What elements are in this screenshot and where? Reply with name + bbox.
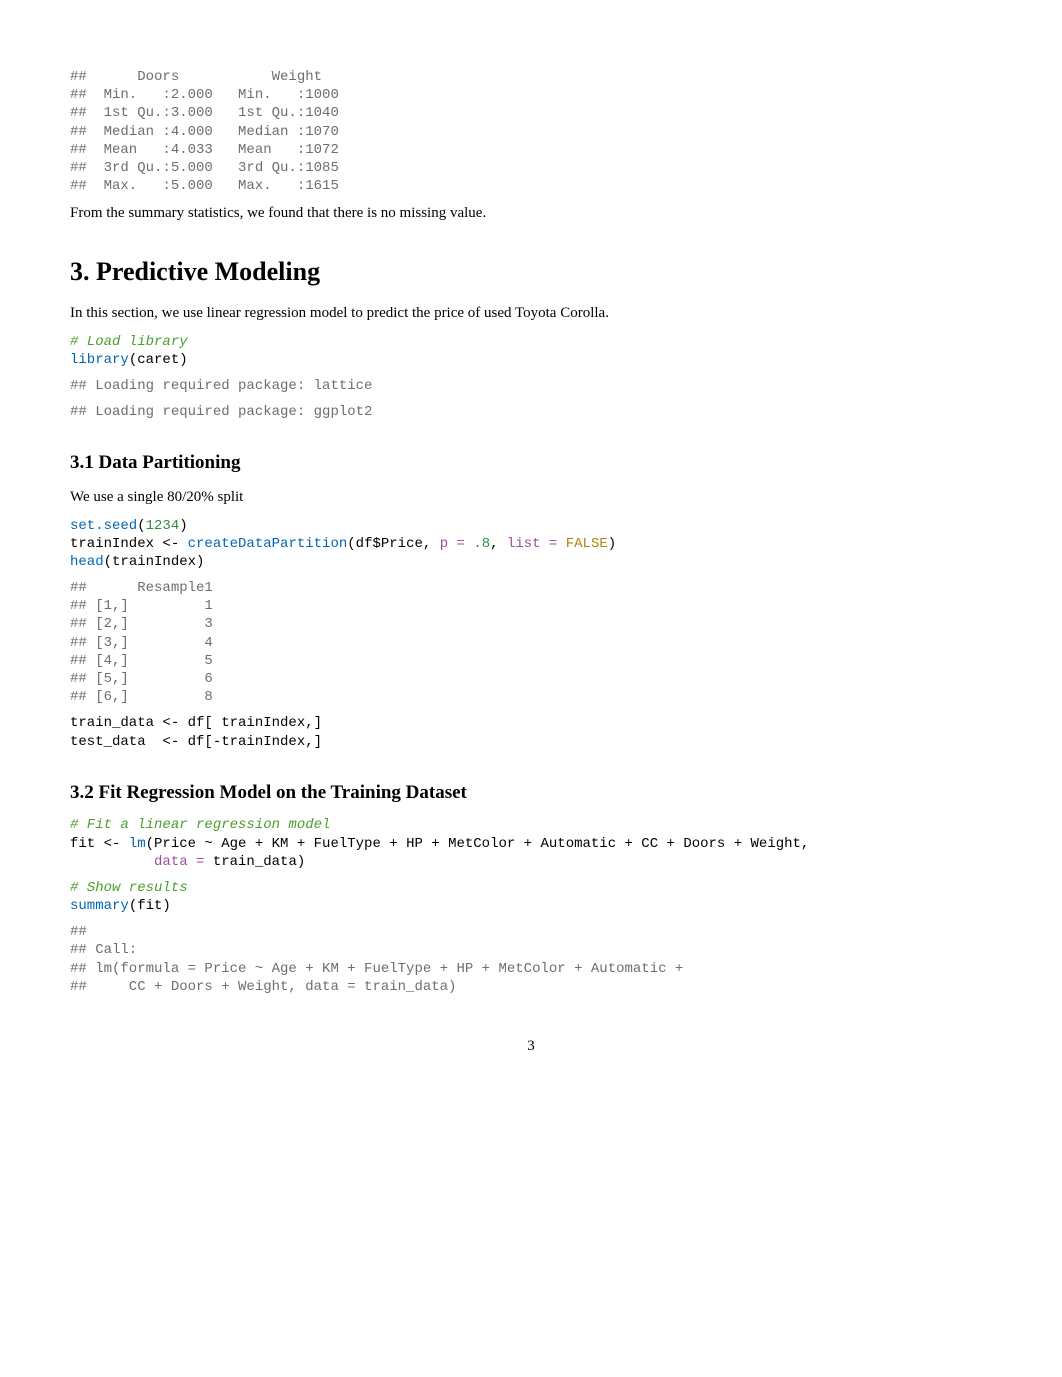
output-lattice: ## Loading required package: lattice — [70, 377, 992, 395]
output-call: ## ## Call: ## lm(formula = Price ~ Age … — [70, 923, 992, 996]
heading-predictive-modeling: 3. Predictive Modeling — [70, 253, 992, 291]
output-resample: ## Resample1 ## [1,] 1 ## [2,] 3 ## [3,]… — [70, 579, 992, 706]
page-number: 3 — [70, 1036, 992, 1058]
code-fit-model: # Fit a linear regression model fit <- l… — [70, 816, 992, 871]
code-show-results: # Show results summary(fit) — [70, 879, 992, 915]
code-set-seed: set.seed(1234) trainIndex <- createDataP… — [70, 517, 992, 572]
partition-intro: We use a single 80/20% split — [70, 487, 992, 509]
output-doors-weight: ## Doors Weight ## Min. :2.000 Min. :100… — [70, 68, 992, 195]
code-load-library: # Load library library(caret) — [70, 333, 992, 369]
heading-fit-regression: 3.2 Fit Regression Model on the Training… — [70, 779, 992, 807]
predictive-intro: In this section, we use linear regressio… — [70, 303, 992, 325]
heading-data-partitioning: 3.1 Data Partitioning — [70, 449, 992, 477]
code-train-test: train_data <- df[ trainIndex,] test_data… — [70, 714, 992, 750]
summary-text: From the summary statistics, we found th… — [70, 203, 992, 225]
output-ggplot: ## Loading required package: ggplot2 — [70, 403, 992, 421]
